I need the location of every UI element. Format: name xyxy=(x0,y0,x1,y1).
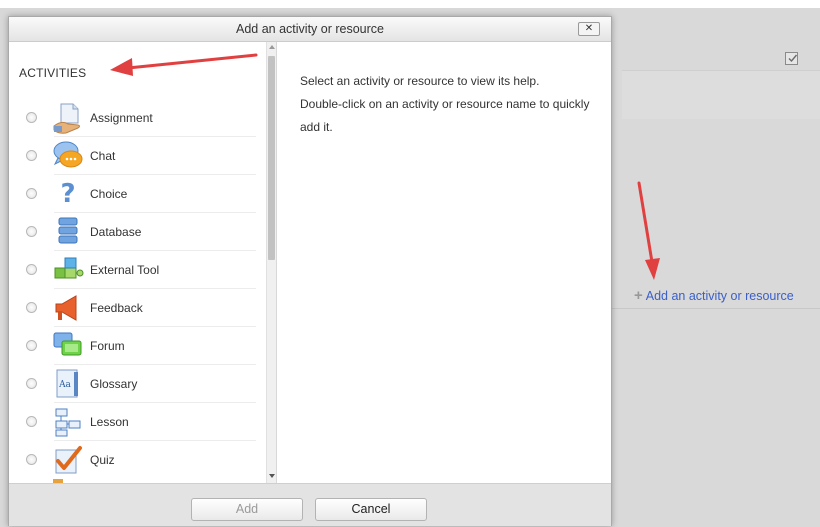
database-icon xyxy=(58,217,78,244)
list-item-label[interactable]: Database xyxy=(90,225,141,239)
svg-text:?: ? xyxy=(60,179,75,209)
list-item-choice[interactable]: ? Choice xyxy=(9,175,266,213)
lesson-icon xyxy=(55,408,81,437)
close-button[interactable]: ✕ xyxy=(578,22,600,36)
feedback-icon xyxy=(55,295,77,321)
list-scrollbar[interactable] xyxy=(266,42,277,483)
list-item-feedback[interactable]: Feedback xyxy=(9,289,266,327)
dialog-title: Add an activity or resource xyxy=(236,22,384,36)
list-item-quiz[interactable]: Quiz xyxy=(9,441,266,479)
close-icon: ✕ xyxy=(584,23,594,34)
list-item-label[interactable]: Feedback xyxy=(90,301,143,315)
list-item-external-tool[interactable]: External Tool xyxy=(9,251,266,289)
assignment-icon xyxy=(53,103,80,134)
list-item-label[interactable]: Quiz xyxy=(90,453,115,467)
list-item-glossary[interactable]: Aa Glossary xyxy=(9,365,266,403)
list-item-label[interactable]: Assignment xyxy=(90,111,153,125)
radio-forum[interactable] xyxy=(26,340,37,351)
chat-icon xyxy=(53,141,83,168)
dialog-header: Add an activity or resource ✕ xyxy=(9,17,611,42)
external-tool-icon xyxy=(54,257,84,279)
help-panel: Select an activity or resource to view i… xyxy=(287,42,599,483)
scroll-thumb[interactable] xyxy=(268,56,275,260)
list-item-forum[interactable]: Forum xyxy=(9,327,266,365)
scroll-up-arrow-icon[interactable] xyxy=(269,45,275,49)
glossary-icon: Aa xyxy=(56,369,78,398)
scroll-down-arrow-icon[interactable] xyxy=(269,474,275,478)
add-activity-link-label[interactable]: Add an activity or resource xyxy=(646,289,794,303)
quiz-icon xyxy=(55,446,82,474)
radio-lesson[interactable] xyxy=(26,416,37,427)
activities-list: ACTIVITIES Assignment Chat ? Choice Data… xyxy=(9,42,266,483)
add-button[interactable]: Add xyxy=(191,498,303,521)
radio-feedback[interactable] xyxy=(26,302,37,313)
help-line-1: Select an activity or resource to view i… xyxy=(300,74,540,88)
list-item-label[interactable]: Lesson xyxy=(90,415,129,429)
radio-assignment[interactable] xyxy=(26,112,37,123)
radio-glossary[interactable] xyxy=(26,378,37,389)
radio-database[interactable] xyxy=(26,226,37,237)
radio-quiz[interactable] xyxy=(26,454,37,465)
list-item-lesson[interactable]: Lesson xyxy=(9,403,266,441)
add-activity-dialog: Add an activity or resource ✕ ACTIVITIES… xyxy=(8,16,612,526)
help-line-2: Double-click on an activity or resource … xyxy=(300,97,590,134)
dialog-footer: Add Cancel xyxy=(9,483,611,526)
section-divider xyxy=(612,308,820,309)
list-item-label[interactable]: External Tool xyxy=(90,263,159,277)
section-checkbox[interactable] xyxy=(785,52,798,65)
plus-icon: + xyxy=(634,287,643,304)
list-item-chat[interactable]: Chat xyxy=(9,137,266,175)
list-item-label[interactable]: Glossary xyxy=(90,377,137,391)
radio-chat[interactable] xyxy=(26,150,37,161)
activities-section-header: ACTIVITIES xyxy=(19,66,87,80)
check-icon xyxy=(788,54,798,63)
list-item-label[interactable]: Choice xyxy=(90,187,127,201)
radio-choice[interactable] xyxy=(26,188,37,199)
list-item-label[interactable]: Chat xyxy=(90,149,115,163)
page-top-strip xyxy=(0,0,820,8)
svg-text:Aa: Aa xyxy=(58,380,71,390)
list-item-assignment[interactable]: Assignment xyxy=(9,99,266,137)
choice-icon: ? xyxy=(60,179,75,209)
section-summary-box xyxy=(622,70,820,119)
list-item-label[interactable]: Forum xyxy=(90,339,125,353)
radio-external-tool[interactable] xyxy=(26,264,37,275)
list-item-database[interactable]: Database xyxy=(9,213,266,251)
add-activity-link[interactable]: + Add an activity or resource xyxy=(634,287,794,304)
forum-icon xyxy=(53,332,82,356)
cancel-button[interactable]: Cancel xyxy=(315,498,427,521)
help-text: Select an activity or resource to view i… xyxy=(300,70,600,139)
